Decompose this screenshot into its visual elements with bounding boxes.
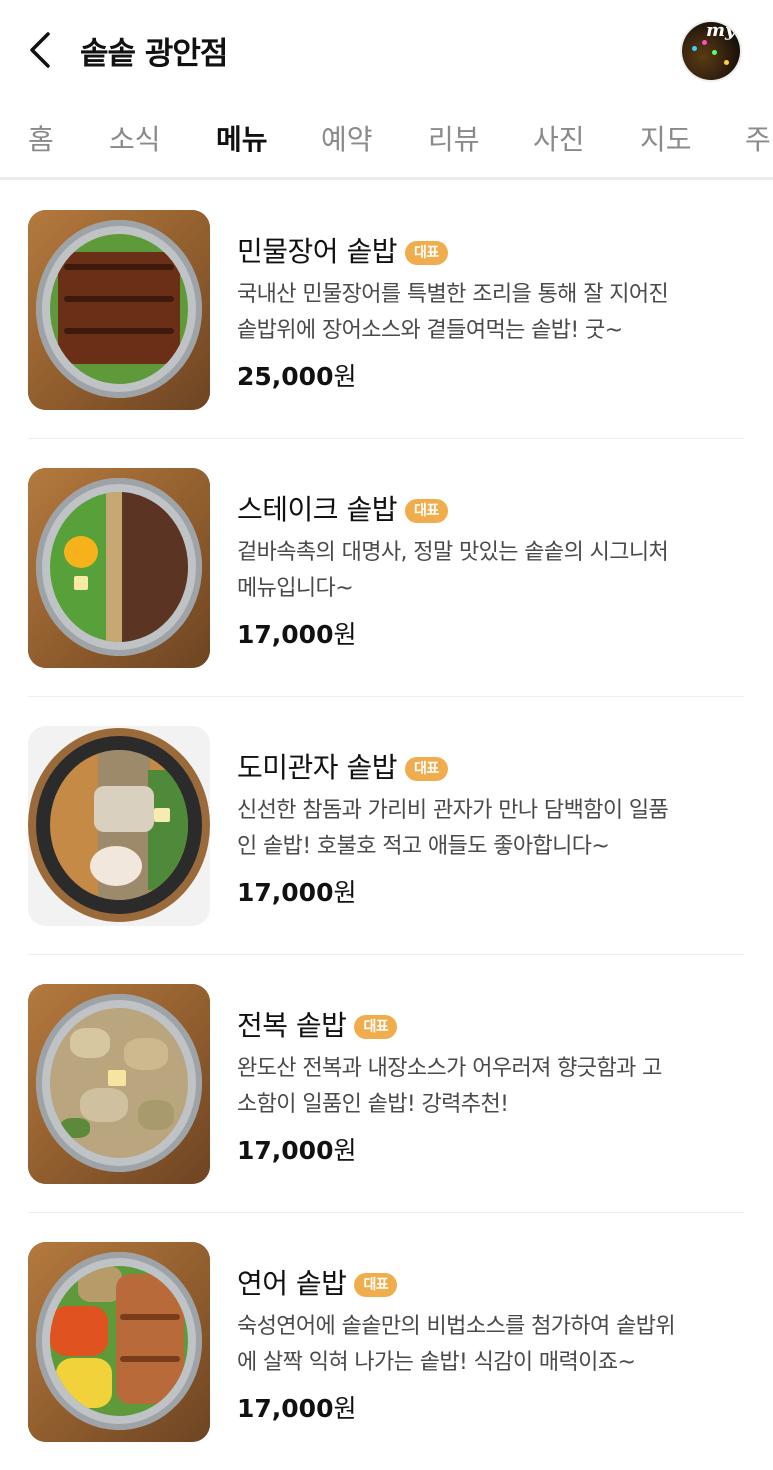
menu-price: 17,000원 — [237, 1136, 357, 1165]
menu-item[interactable]: 스테이크 솥밥 대표 겉바속촉의 대명사, 정말 맛있는 솥솥의 시그니처 메뉴입니… — [28, 438, 744, 697]
menu-name: 연어 솥밥 대표 — [237, 1262, 398, 1302]
signature-badge: 대표 — [354, 1015, 398, 1039]
tab-bar: 홈 소식 메뉴 예약 리뷰 사진 지도 주 — [0, 100, 773, 180]
menu-name: 전복 솥밥 대표 — [237, 1004, 398, 1044]
menu-description: 겉바속촉의 대명사, 정말 맛있는 솥솥의 시그니처 메뉴입니다~ — [237, 540, 669, 601]
menu-photo — [28, 984, 210, 1184]
menu-price: 17,000원 — [237, 620, 357, 649]
tab-news[interactable]: 소식 — [109, 118, 161, 158]
menu-description: 완도산 전복과 내장소스가 어우러져 향긋함과 고 소함이 일품인 솥밥! 강력추… — [237, 1056, 662, 1117]
signature-badge: 대표 — [404, 241, 448, 265]
menu-item[interactable]: 연어 솥밥 대표 숙성연어에 솥솥만의 비법소스를 첨가하여 솥밥위 에 살짝 익혀… — [28, 1212, 744, 1470]
signature-badge: 대표 — [354, 1273, 398, 1297]
avatar-light — [692, 46, 697, 51]
menu-photo — [28, 1242, 210, 1442]
signature-badge: 대표 — [404, 757, 448, 781]
menu-photo — [28, 468, 210, 668]
menu-description: 신선한 참돔과 가리비 관자가 만나 담백함이 일품 인 솥밥! 호불호 적고 애… — [237, 798, 669, 859]
top-app-bar: 솥솥 광안점 my — [0, 0, 773, 100]
avatar-my-logo: my — [706, 22, 736, 41]
back-arrow-icon[interactable] — [24, 30, 60, 70]
avatar-light — [712, 50, 717, 55]
tab-home[interactable]: 홈 — [28, 118, 54, 158]
menu-price: 17,000원 — [237, 1394, 357, 1423]
menu-description: 숙성연어에 솥솥만의 비법소스를 첨가하여 솥밥위 에 살짝 익혀 나가는 솥밥!… — [237, 1314, 676, 1375]
menu-description: 국내산 민물장어를 특별한 조리을 통해 잘 지어진 솥밥위에 장어소스와 곁들여… — [237, 282, 669, 343]
menu-item[interactable]: 민물장어 솥밥 대표 국내산 민물장어를 특별한 조리을 통해 잘 지어진 솥밥위에… — [28, 180, 744, 439]
menu-photo — [28, 726, 210, 926]
menu-photo — [28, 210, 210, 410]
menu-price: 17,000원 — [237, 878, 357, 907]
avatar-light — [724, 60, 729, 65]
tab-reviews[interactable]: 리뷰 — [428, 118, 480, 158]
menu-item[interactable]: 전복 솥밥 대표 완도산 전복과 내장소스가 어우러져 향긋함과 고 소함이 일품인… — [28, 954, 744, 1213]
page-title: 솥솥 광안점 — [80, 36, 228, 72]
signature-badge: 대표 — [404, 499, 448, 523]
tab-reservation[interactable]: 예약 — [321, 118, 373, 158]
menu-name: 스테이크 솥밥 대표 — [237, 488, 448, 528]
menu-item[interactable]: 도미관자 솥밥 대표 신선한 참돔과 가리비 관자가 만나 담백함이 일품 인 솥밥… — [28, 696, 744, 955]
menu-name: 민물장어 솥밥 대표 — [237, 230, 448, 270]
avatar[interactable]: my — [682, 22, 740, 80]
menu-price: 25,000원 — [237, 362, 357, 391]
menu-name: 도미관자 솥밥 대표 — [237, 746, 448, 786]
tab-more[interactable]: 주 — [745, 118, 771, 158]
tab-photos[interactable]: 사진 — [533, 118, 585, 158]
tab-menu[interactable]: 메뉴 — [216, 118, 268, 158]
tab-map[interactable]: 지도 — [640, 118, 692, 158]
